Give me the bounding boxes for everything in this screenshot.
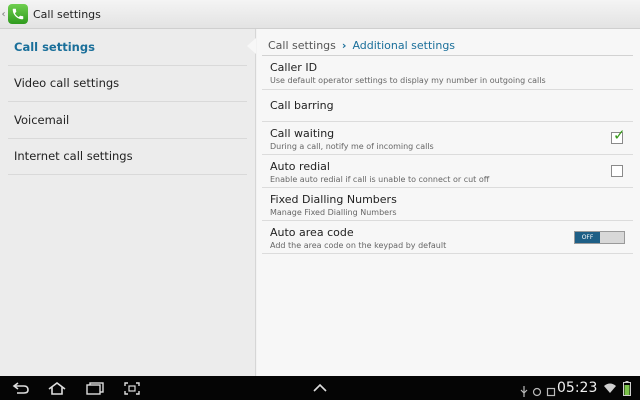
up-caret-icon[interactable]: ‹ xyxy=(0,0,7,29)
back-icon[interactable] xyxy=(10,380,32,396)
setting-auto-redial[interactable]: Auto redial Enable auto redial if call i… xyxy=(262,155,633,188)
battery-icon xyxy=(621,380,633,396)
home-icon[interactable] xyxy=(46,380,68,396)
setting-title: Auto redial xyxy=(270,160,330,173)
setting-caller-id[interactable]: Caller ID Use default operator settings … xyxy=(262,57,633,90)
toggle-state-label: OFF xyxy=(575,232,600,243)
breadcrumb-parent[interactable]: Call settings xyxy=(268,39,336,52)
sidebar-item-label: Video call settings xyxy=(14,76,120,91)
setting-title: Call barring xyxy=(270,99,334,112)
action-bar: ‹ Call settings xyxy=(0,0,640,29)
setting-title: Fixed Dialling Numbers xyxy=(270,193,397,206)
setting-summary: During a call, notify me of incoming cal… xyxy=(270,142,434,151)
settings-category-list: Call settings Video call settings Voicem… xyxy=(0,29,256,376)
setting-call-waiting[interactable]: Call waiting During a call, notify me of… xyxy=(262,122,633,155)
setting-title: Auto area code xyxy=(270,226,354,239)
auto-redial-checkbox[interactable] xyxy=(611,165,623,177)
status-icons xyxy=(520,382,556,400)
setting-summary: Add the area code on the keypad by defau… xyxy=(270,241,447,250)
sync-icon xyxy=(546,382,556,400)
setting-title: Call waiting xyxy=(270,127,335,140)
debug-icon xyxy=(532,382,542,400)
wifi-icon xyxy=(603,380,617,396)
setting-summary: Manage Fixed Dialling Numbers xyxy=(270,208,397,217)
phone-icon[interactable] xyxy=(8,4,28,24)
breadcrumb-separator: › xyxy=(341,39,347,52)
settings-detail-pane: Call settings › Additional settings Call… xyxy=(257,29,640,376)
setting-call-barring[interactable]: Call barring xyxy=(262,90,633,122)
breadcrumb: Call settings › Additional settings xyxy=(268,39,455,52)
call-waiting-checkbox[interactable]: ✓ xyxy=(611,128,626,144)
setting-auto-area-code[interactable]: Auto area code Add the area code on the … xyxy=(262,221,633,254)
sidebar-item-label: Internet call settings xyxy=(14,149,133,164)
sidebar-item-video-call-settings[interactable]: Video call settings xyxy=(8,66,247,102)
up-arrow-icon[interactable] xyxy=(309,380,331,396)
setting-title: Caller ID xyxy=(270,61,318,74)
auto-area-code-toggle[interactable]: OFF xyxy=(574,231,625,244)
usb-icon xyxy=(520,382,528,400)
clock: 05:23 xyxy=(557,380,598,396)
selection-pointer xyxy=(247,38,256,54)
sidebar-item-call-settings[interactable]: Call settings xyxy=(8,29,247,66)
sidebar-item-internet-call-settings[interactable]: Internet call settings xyxy=(8,139,247,175)
breadcrumb-divider xyxy=(262,55,633,56)
sidebar-item-voicemail[interactable]: Voicemail xyxy=(8,102,247,139)
system-bar: 05:23 xyxy=(0,376,640,400)
recent-apps-icon[interactable] xyxy=(84,380,106,396)
sidebar-item-label: Call settings xyxy=(14,39,95,54)
checkmark-icon: ✓ xyxy=(613,126,626,144)
app-title: Call settings xyxy=(33,7,101,21)
setting-summary: Use default operator settings to display… xyxy=(270,76,546,85)
setting-fixed-dialling-numbers[interactable]: Fixed Dialling Numbers Manage Fixed Dial… xyxy=(262,188,633,221)
setting-summary: Enable auto redial if call is unable to … xyxy=(270,175,490,184)
breadcrumb-current: Additional settings xyxy=(352,39,456,52)
screenshot-icon[interactable] xyxy=(121,380,143,396)
sidebar-item-label: Voicemail xyxy=(14,112,70,127)
